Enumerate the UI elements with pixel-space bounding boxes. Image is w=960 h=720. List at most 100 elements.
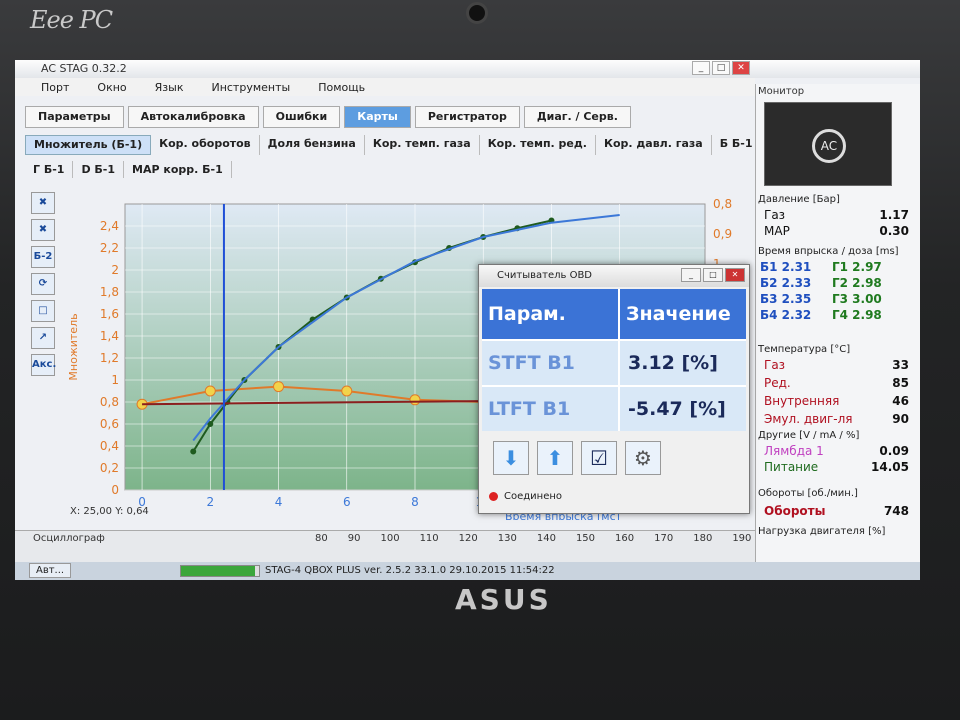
pressure-header: Давление [Бар] <box>758 194 840 205</box>
main-tab-5[interactable]: Диаг. / Серв. <box>523 106 631 128</box>
close-icon[interactable]: ✕ <box>732 61 750 75</box>
status-text: STAG-4 QBOX PLUS ver. 2.5.2 33.1.0 29.10… <box>265 565 555 576</box>
rpm-label: Обороты <box>764 504 826 518</box>
y-tick-12: 2,4 <box>100 219 119 233</box>
monitor-panel: Монитор AC Давление [Бар] Газ 1.17 MAP 0.30… <box>755 84 920 562</box>
pressure-row-0: Газ 1.17 <box>764 208 909 222</box>
pressure-value-1: 0.30 <box>879 224 909 238</box>
series-0-point-2 <box>273 381 285 393</box>
sub-tab-0[interactable]: Множитель (Б-1) <box>25 135 152 155</box>
load-header: Нагрузка двигателя [%] <box>758 526 886 537</box>
webcam-icon <box>466 2 488 24</box>
main-tab-4[interactable]: Регистратор <box>414 106 520 128</box>
y-tick-7: 1,4 <box>100 329 119 343</box>
series-1-point-0 <box>190 448 197 455</box>
main-tab-1[interactable]: Автокалибровка <box>127 106 259 128</box>
obd-window-controls: _ □ ✕ <box>681 268 745 282</box>
minimize-icon[interactable]: _ <box>692 61 710 75</box>
obd-status: Соединено <box>504 491 563 502</box>
sub-tab-2[interactable]: Доля бензина <box>260 135 365 155</box>
y-tick-8: 1,6 <box>100 307 119 321</box>
y-tick-5: 1 <box>111 373 119 387</box>
taskbar-app-button[interactable]: Авт... <box>29 563 72 578</box>
y-tick-4: 0,8 <box>100 395 119 409</box>
others-row-0: Лямбда 1 0.09 <box>764 444 909 458</box>
laptop-bezel: Eee PC ASUS AC STAG 0.32.2 _ □ ✕ Порт Окн… <box>0 0 960 720</box>
app-title: AC STAG 0.32.2 <box>41 62 127 75</box>
temps-value-1: 85 <box>892 376 909 390</box>
obd-titlebar: Считыватель OBD _ □ ✕ <box>479 265 749 287</box>
checkbox-icon[interactable]: ☑ <box>581 441 617 475</box>
chart-tool-0[interactable]: ✖ <box>31 192 55 214</box>
ac-logo: AC <box>764 102 892 186</box>
obd-row-0: STFT B1 3.12 [%] <box>482 339 746 385</box>
obd-title: Считыватель OBD <box>497 270 593 281</box>
menu-item-3[interactable]: Инструменты <box>211 81 290 94</box>
obd-minimize-icon[interactable]: _ <box>681 268 701 282</box>
sub-tab-3[interactable]: Кор. темп. газа <box>365 135 480 155</box>
main-tab-2[interactable]: Ошибки <box>262 106 341 128</box>
menu-item-1[interactable]: Окно <box>97 81 126 94</box>
menu-item-4[interactable]: Помощь <box>318 81 365 94</box>
injector-g-1: Г2 2.98 <box>832 276 882 290</box>
arrow-up-icon[interactable]: ⬆ <box>537 441 573 475</box>
pressure-value-0: 1.17 <box>879 208 909 222</box>
x-tick-2: 4 <box>275 495 283 509</box>
obd-param-1: LTFT B1 <box>488 398 571 420</box>
injector-row-0: Б1 2.31 Г1 2.97 <box>760 260 902 274</box>
obd-row-1: LTFT B1 -5.47 [%] <box>482 385 746 431</box>
sub-tab2-2[interactable]: MAP корр. Б-1 <box>124 161 232 178</box>
temps-label-2: Внутренняя <box>764 394 840 408</box>
temps-label-0: Газ <box>764 358 786 372</box>
obd-maximize-icon[interactable]: □ <box>703 268 723 282</box>
obd-close-icon[interactable]: ✕ <box>725 268 745 282</box>
menu-item-2[interactable]: Язык <box>155 81 184 94</box>
oscilloscope-panel: Осциллограф 80 90 100 110 120 130 140 150 160 170… <box>15 530 791 564</box>
chart-tool-4[interactable]: □ <box>31 300 55 322</box>
y-tick-0: 0 <box>111 483 119 497</box>
y-tick-11: 2,2 <box>100 241 119 255</box>
injector-b-0: Б1 2.31 <box>760 260 812 274</box>
injector-g-0: Г1 2.97 <box>832 260 882 274</box>
main-tabs: Параметры Автокалибровка Ошибки Карты Регист… <box>25 106 635 128</box>
chart-tool-5[interactable]: ↗ <box>31 327 55 349</box>
osc-tick-2: 100 <box>380 533 400 544</box>
obd-table-header: Парам. Значение <box>482 289 746 339</box>
asus-logo: ASUS <box>455 583 552 616</box>
y-tick-6: 1,2 <box>100 351 119 365</box>
gear-icon[interactable]: ⚙ <box>625 441 661 475</box>
sub-tab-5[interactable]: Кор. давл. газа <box>596 135 712 155</box>
obd-table-body: STFT B1 3.12 [%] LTFT B1 -5.47 [%] <box>482 339 746 431</box>
pressure-row-1: MAP 0.30 <box>764 224 909 238</box>
chart-toolbar: ✖ ✖ Б-2 ⟳ □ ↗ Акс. <box>31 192 59 376</box>
others-row-1: Питание 14.05 <box>764 460 909 474</box>
laptop-brand: Eee PC <box>30 6 113 34</box>
obd-param-0: STFT B1 <box>488 352 575 374</box>
maximize-icon[interactable]: □ <box>712 61 730 75</box>
osc-tick-5: 130 <box>497 533 517 544</box>
arrow-down-icon[interactable]: ⬇ <box>493 441 529 475</box>
temps-row-2: Внутренняя 46 <box>764 394 909 408</box>
obd-value-1: -5.47 [%] <box>618 387 746 431</box>
x-tick-4: 8 <box>411 495 419 509</box>
injector-row-2: Б3 2.35 Г3 3.00 <box>760 292 902 306</box>
sub-tab-1[interactable]: Кор. оборотов <box>151 135 260 155</box>
sub-tab-4[interactable]: Кор. темп. ред. <box>480 135 596 155</box>
osc-tick-11: 190 <box>732 533 752 544</box>
sub-tab2-1[interactable]: D Б-1 <box>73 161 125 178</box>
sub-tab2-0[interactable]: Г Б-1 <box>25 161 74 178</box>
chart-tool-6[interactable]: Акс. <box>31 354 56 376</box>
sub-tabs: Множитель (Б-1) Кор. оборотов Доля бензина… <box>25 135 762 155</box>
taskbar: Авт... STAG-4 QBOX PLUS ver. 2.5.2 33.1.… <box>15 562 920 580</box>
main-tab-0[interactable]: Параметры <box>25 106 124 128</box>
injection-header: Время впрыска / доза [ms] <box>758 246 899 257</box>
menu-item-0[interactable]: Порт <box>41 81 69 94</box>
chart-tool-2[interactable]: Б-2 <box>31 246 55 268</box>
obd-col-param: Парам. <box>488 303 566 325</box>
oscilloscope-label: Осциллограф <box>33 533 105 544</box>
main-tab-3[interactable]: Карты <box>344 106 411 128</box>
chart-tool-1[interactable]: ✖ <box>31 219 55 241</box>
chart-tool-3[interactable]: ⟳ <box>31 273 55 295</box>
others-value-1: 14.05 <box>871 460 909 474</box>
x-tick-3: 6 <box>343 495 351 509</box>
